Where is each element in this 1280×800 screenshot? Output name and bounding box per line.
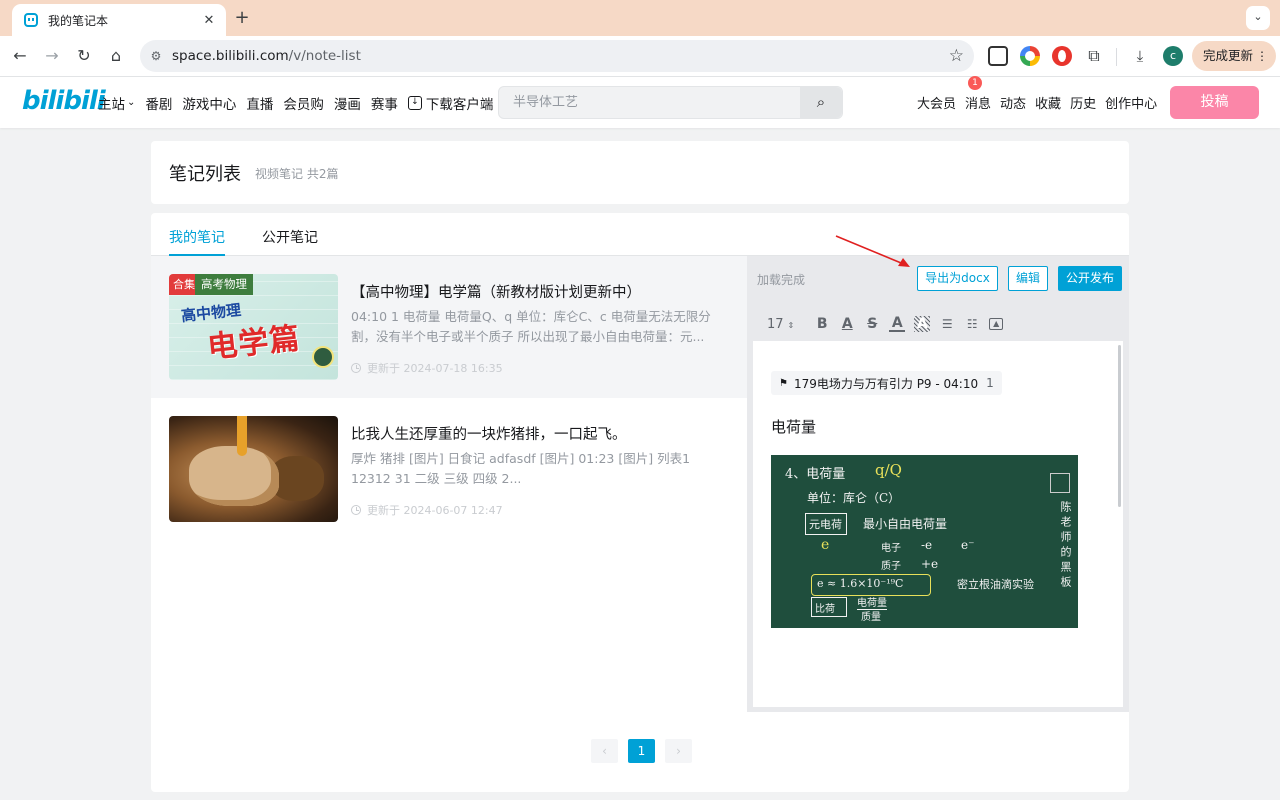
note-heading: 电荷量	[771, 418, 817, 436]
next-page-button[interactable]: ›	[665, 739, 692, 763]
browser-toolbar: ← → ↻ ⌂ ⚙ space.bilibili.com/v/note-list…	[0, 36, 1280, 77]
tab-title: 我的笔记本	[48, 13, 109, 28]
toolbar-divider	[1116, 48, 1117, 66]
notes-tabs: 我的笔记 公开笔记	[151, 213, 1129, 256]
nav-item-creator-center[interactable]: 创作中心	[1105, 93, 1157, 112]
note-title[interactable]: 比我人生还厚重的一块炸猪排，一口起飞。	[351, 423, 731, 444]
strikethrough-icon[interactable]: S	[864, 316, 880, 332]
load-status: 加载完成	[757, 273, 806, 287]
editor-scrollbar[interactable]	[1118, 345, 1121, 507]
prev-page-button[interactable]: ‹	[591, 739, 618, 763]
nav-item-history[interactable]: 历史	[1070, 93, 1096, 112]
note-list-item[interactable]: 比我人生还厚重的一块炸猪排，一口起飞。 厚炸 猪排 [图片] 日食记 adfas…	[151, 398, 747, 540]
unordered-list-icon[interactable]: ☷	[964, 316, 980, 332]
note-thumbnail[interactable]: 合集 高考物理 高中物理 电学篇	[169, 274, 338, 380]
update-button[interactable]: 完成更新 ⋮	[1192, 41, 1276, 71]
bilibili-logo[interactable]: bilibili	[22, 86, 106, 116]
nav-item-mall[interactable]: 会员购	[283, 93, 324, 113]
clock-icon	[351, 505, 361, 515]
pagination: ‹ 1 ›	[591, 739, 702, 763]
nav-item-download-client[interactable]: ↓ 下载客户端	[407, 93, 493, 113]
extension-icon[interactable]	[988, 46, 1008, 66]
tab-public-notes[interactable]: 公开笔记	[262, 227, 318, 247]
nav-item-favorites[interactable]: 收藏	[1035, 93, 1061, 112]
url-text[interactable]: space.bilibili.com/v/note-list	[172, 40, 361, 72]
nav-item-dynamic[interactable]: 动态	[1000, 93, 1026, 112]
video-timestamp-tag[interactable]: ⚑ 179电场力与万有引力 P9 - 04:10 1	[771, 371, 1002, 395]
note-summary: 04:10 1 电荷量 电荷量Q、q 单位：库仑C、c 电荷量无法无限分割，没有…	[351, 309, 711, 344]
new-tab-button[interactable]: +	[232, 6, 252, 30]
category-tag: 高考物理	[195, 274, 253, 295]
clock-icon	[351, 363, 361, 373]
note-updated-time: 更新于 2024-06-07 12:47	[351, 502, 503, 518]
note-content[interactable]: ⚑ 179电场力与万有引力 P9 - 04:10 1 电荷量 4、电荷量 q/Q…	[753, 341, 1123, 707]
search-box: ⌕	[498, 86, 843, 119]
flag-icon: ⚑	[779, 377, 788, 389]
nav-item-manga[interactable]: 漫画	[334, 93, 361, 113]
nav-item-messages[interactable]: 消息 1	[965, 76, 991, 112]
bilibili-favicon-icon	[24, 13, 38, 27]
editor-toolbar: 17 ⇕ B A S A A ☰ ☷ ▲	[753, 307, 1123, 341]
download-client-icon: ↓	[407, 95, 422, 110]
site-info-icon[interactable]: ⚙	[148, 48, 164, 64]
ordered-list-icon[interactable]: ☰	[939, 316, 955, 332]
profile-avatar[interactable]: c	[1163, 46, 1183, 66]
page-subtitle: 视频笔记 共2篇	[255, 167, 339, 181]
nav-item-bangumi[interactable]: 番剧	[145, 93, 172, 113]
note-thumbnail[interactable]	[169, 416, 338, 522]
chevron-down-icon: ⌄	[127, 97, 136, 108]
export-docx-button[interactable]: 导出为docx	[917, 266, 998, 291]
nav-item-main[interactable]: 主站 ⌄	[98, 93, 135, 113]
notes-card: 我的笔记 公开笔记 合集 高考物理 高中物理 电学篇 【高中物理】电学篇（新教材…	[151, 213, 1129, 792]
reload-icon[interactable]: ↻	[72, 44, 96, 68]
note-list-item[interactable]: 合集 高考物理 高中物理 电学篇 【高中物理】电学篇（新教材版计划更新中） 04…	[151, 256, 747, 398]
extension-color-icon[interactable]	[1020, 46, 1040, 66]
extensions-puzzle-icon[interactable]: ⧉	[1084, 46, 1104, 66]
edit-button[interactable]: 编辑	[1008, 266, 1048, 291]
uploader-avatar	[312, 346, 334, 368]
bold-icon[interactable]: B	[814, 316, 830, 332]
nav-item-vip[interactable]: 大会员	[917, 93, 956, 112]
address-bar[interactable]: ⚙ space.bilibili.com/v/note-list ☆	[140, 40, 974, 72]
search-icon[interactable]: ⌕	[800, 87, 842, 118]
underline-icon[interactable]: A	[839, 316, 855, 332]
nav-item-game-center[interactable]: 游戏中心	[182, 93, 236, 113]
note-summary: 厚炸 猪排 [图片] 日食记 adfasdf [图片] 01:23 [图片] 列…	[351, 451, 691, 486]
page-title: 笔记列表	[169, 164, 241, 185]
upload-button[interactable]: 投稿	[1170, 86, 1259, 119]
font-size-select[interactable]: 17 ⇕	[767, 317, 794, 332]
message-badge: 1	[968, 76, 983, 90]
tab-search-menu-button[interactable]: ⌄	[1246, 6, 1270, 30]
tab-my-notes[interactable]: 我的笔记	[169, 227, 225, 256]
note-detail-panel: 加载完成 导出为docx 编辑 公开发布 17 ⇕ B A S A A ☰ ☷ ▲…	[747, 256, 1129, 712]
home-icon[interactable]: ⌂	[104, 44, 128, 68]
background-color-icon[interactable]: A	[914, 316, 931, 332]
main-nav: 主站 ⌄ 番剧 游戏中心 直播 会员购 漫画 赛事 ↓ 下载客户端	[98, 77, 503, 128]
image-icon[interactable]: ▲	[989, 318, 1004, 330]
publish-button[interactable]: 公开发布	[1058, 266, 1122, 291]
search-input[interactable]	[499, 87, 799, 118]
page-header-card: 笔记列表 视频笔记 共2篇	[151, 141, 1129, 204]
nav-item-match[interactable]: 赛事	[371, 93, 398, 113]
blackboard-image[interactable]: 4、电荷量 q/Q 单位：库仑（C） 元电荷 最小自由电荷量 e 电子 -e e…	[771, 455, 1078, 628]
forward-icon[interactable]: →	[40, 44, 64, 68]
extension-opera-icon[interactable]	[1052, 46, 1072, 66]
stepper-icon: ⇕	[787, 320, 795, 330]
download-icon[interactable]: ⤓	[1130, 46, 1150, 66]
browser-tab[interactable]: 我的笔记本 ✕	[12, 4, 226, 36]
more-menu-icon[interactable]: ⋮	[1256, 41, 1268, 71]
back-icon[interactable]: ←	[8, 44, 32, 68]
site-header: bilibili 主站 ⌄ 番剧 游戏中心 直播 会员购 漫画 赛事 ↓ 下载客户端…	[0, 76, 1280, 128]
page-number-button[interactable]: 1	[628, 739, 655, 763]
browser-tab-strip: 我的笔记本 ✕ + ⌄	[0, 0, 1280, 36]
user-nav: 大会员 消息 1 动态 收藏 历史 创作中心	[917, 76, 1166, 128]
note-updated-time: 更新于 2024-07-18 16:35	[351, 360, 503, 376]
nav-item-live[interactable]: 直播	[246, 93, 273, 113]
note-title[interactable]: 【高中物理】电学篇（新教材版计划更新中）	[351, 281, 731, 302]
tab-close-icon[interactable]: ✕	[200, 13, 218, 28]
font-color-icon[interactable]: A	[889, 316, 906, 332]
bookmark-star-icon[interactable]: ☆	[949, 46, 964, 66]
